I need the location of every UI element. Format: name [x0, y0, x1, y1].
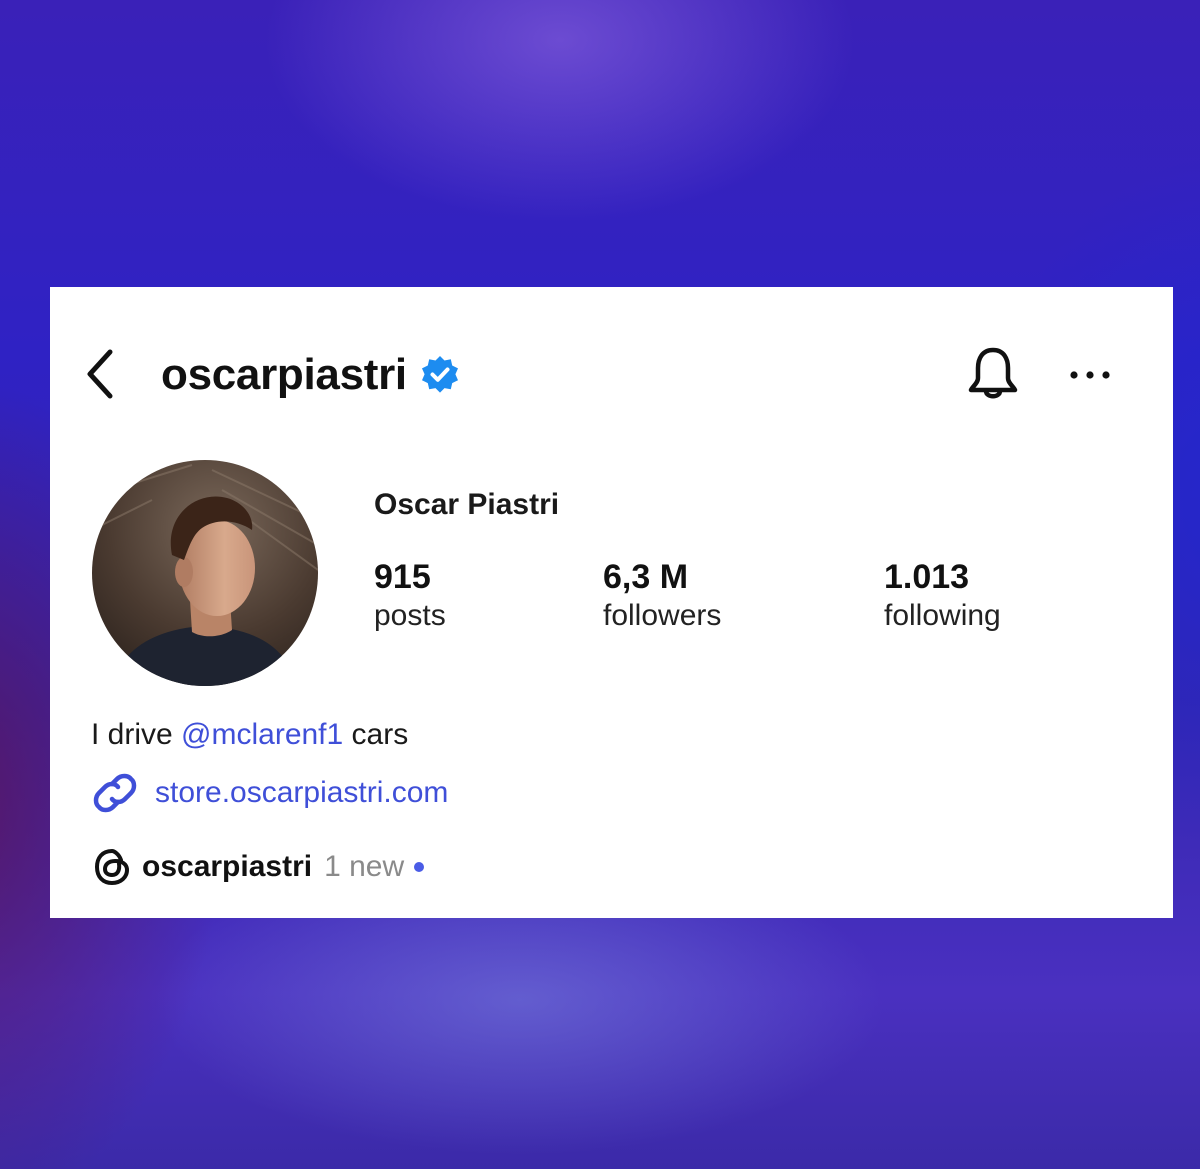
external-link[interactable]: store.oscarpiastri.com — [91, 768, 448, 818]
bio-text: I drive @mclarenf1 cars — [91, 718, 408, 752]
link-text: store.oscarpiastri.com — [155, 776, 449, 809]
bio-suffix: cars — [343, 718, 409, 751]
profile-avatar[interactable] — [92, 460, 318, 686]
threads-username: oscarpiastri — [142, 850, 313, 883]
threads-badge[interactable]: oscarpiastri 1 new — [92, 843, 425, 891]
followers-stat[interactable]: 6,3 M followers — [603, 556, 721, 634]
notifications-button[interactable] — [962, 343, 1024, 405]
following-stat[interactable]: 1.013 following — [884, 556, 1001, 634]
ellipsis-icon — [1070, 371, 1110, 379]
bio-prefix: I drive — [91, 718, 182, 751]
posts-label: posts — [374, 599, 446, 632]
following-label: following — [884, 599, 1001, 632]
posts-stat[interactable]: 915 posts — [374, 556, 446, 634]
profile-full-name: Oscar Piastri — [374, 488, 560, 521]
new-indicator-dot — [414, 862, 425, 872]
link-icon — [91, 769, 139, 817]
chevron-left-icon — [87, 349, 113, 399]
more-options-button[interactable] — [1062, 355, 1118, 395]
followers-label: followers — [603, 599, 722, 632]
threads-icon — [92, 847, 132, 887]
posts-count: 915 — [374, 558, 431, 596]
followers-count: 6,3 M — [603, 558, 689, 596]
back-button[interactable] — [78, 344, 122, 404]
bio-mention-link[interactable]: @mclarenf1 — [181, 718, 343, 751]
username-title: oscarpiastri — [161, 350, 407, 399]
bell-icon — [968, 347, 1018, 399]
header-title: oscarpiastri — [161, 345, 461, 405]
following-count: 1.013 — [884, 558, 970, 596]
threads-new-count: 1 new — [324, 850, 405, 883]
profile-photo — [92, 460, 318, 686]
verified-badge-icon — [419, 354, 461, 396]
